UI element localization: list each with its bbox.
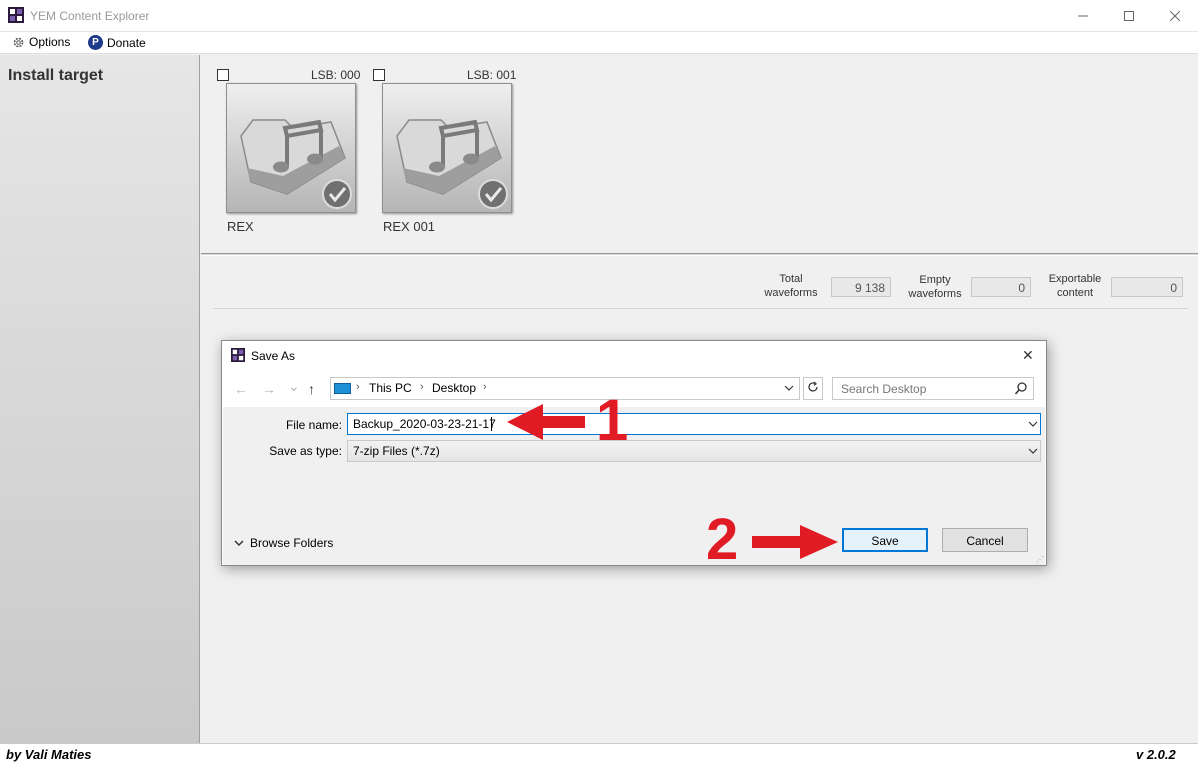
save-type-value: 7-zip Files (*.7z) xyxy=(353,444,440,458)
cancel-button[interactable]: Cancel xyxy=(942,528,1028,552)
menu-options-label: Options xyxy=(29,35,71,49)
footer-version: v 2.0.2 xyxy=(1136,747,1176,762)
footer-credit: by Vali Maties xyxy=(6,747,92,762)
file-name-label: File name: xyxy=(285,418,342,432)
minimize-button[interactable] xyxy=(1060,0,1106,32)
title-bar: YEM Content Explorer xyxy=(0,0,1198,32)
refresh-icon xyxy=(808,381,818,392)
menu-donate-label: Donate xyxy=(107,35,146,50)
menu-donate[interactable]: P Donate xyxy=(88,35,146,50)
music-folder-icon xyxy=(240,119,352,209)
this-pc-icon xyxy=(334,383,351,394)
search-box[interactable]: Search Desktop xyxy=(832,377,1034,400)
menu-options[interactable]: Options xyxy=(12,35,70,49)
device-checkbox[interactable] xyxy=(217,69,229,81)
device-checkbox[interactable] xyxy=(373,69,385,81)
menu-bar: Options P Donate xyxy=(0,32,1198,54)
up-button[interactable]: ↑ xyxy=(308,381,315,397)
refresh-button[interactable] xyxy=(803,377,823,400)
paypal-icon: P xyxy=(88,35,103,50)
file-name-input[interactable]: Backup_2020-03-23-21-17 xyxy=(347,413,1041,435)
search-placeholder: Search Desktop xyxy=(841,382,927,396)
browse-folders-toggle[interactable]: Browse Folders xyxy=(234,536,333,550)
device-lsb: LSB: 000 xyxy=(311,68,361,82)
window-title: YEM Content Explorer xyxy=(30,9,150,23)
stat-value-total: 9 138 xyxy=(831,277,891,297)
file-name-value: Backup_2020-03-23-21-17 xyxy=(353,417,496,431)
browse-folders-label: Browse Folders xyxy=(250,536,334,550)
dialog-close-button[interactable]: ✕ xyxy=(1022,347,1034,364)
minimize-icon xyxy=(1078,15,1088,17)
gear-icon xyxy=(13,37,24,47)
device-name: REX xyxy=(227,219,254,234)
annotation-step-2: 2 xyxy=(706,507,739,572)
breadcrumb-chevron-icon: › xyxy=(356,381,360,393)
save-as-dialog: Save As ✕ ← → ⌄ ↑ › This PC › Desktop › … xyxy=(221,340,1047,566)
chevron-down-icon[interactable] xyxy=(1027,417,1039,431)
maximize-button[interactable] xyxy=(1106,0,1152,32)
chevron-down-icon xyxy=(234,540,244,547)
sidebar: Install target xyxy=(0,55,200,743)
chevron-down-icon[interactable] xyxy=(783,380,795,396)
app-icon xyxy=(8,7,24,23)
stat-label-empty: Empty waveforms xyxy=(908,274,962,300)
section-divider xyxy=(201,253,1198,256)
stats-divider xyxy=(213,308,1188,309)
stat-label-exportable: Exportable content xyxy=(1048,273,1102,299)
forward-button[interactable]: → xyxy=(262,381,276,397)
footer: by Vali Maties v 2.0.2 xyxy=(0,743,1198,764)
device-name: REX 001 xyxy=(383,219,436,234)
annotation-step-1: 1 xyxy=(596,388,629,453)
back-button[interactable]: ← xyxy=(234,381,248,397)
breadcrumb-this-pc[interactable]: This PC xyxy=(369,381,412,395)
text-caret xyxy=(491,417,492,431)
save-type-label: Save as type: xyxy=(269,444,342,458)
stat-value-empty: 0 xyxy=(971,277,1031,297)
annotation-arrow-left xyxy=(507,404,585,440)
stat-value-exportable: 0 xyxy=(1111,277,1183,297)
app-icon xyxy=(231,348,245,362)
search-icon xyxy=(1014,382,1027,395)
close-button[interactable] xyxy=(1152,0,1198,32)
dialog-title: Save As xyxy=(251,349,296,363)
device-tile[interactable] xyxy=(382,83,512,213)
breadcrumb-desktop[interactable]: Desktop xyxy=(432,381,476,395)
maximize-icon xyxy=(1124,11,1134,21)
device-tile[interactable] xyxy=(226,83,356,213)
recent-locations-button[interactable]: ⌄ xyxy=(288,378,300,395)
address-bar[interactable]: › This PC › Desktop › xyxy=(330,377,800,400)
music-folder-icon xyxy=(396,119,508,209)
sidebar-heading: Install target xyxy=(8,67,104,84)
chevron-down-icon xyxy=(1028,448,1038,454)
save-type-select[interactable]: 7-zip Files (*.7z) xyxy=(347,440,1041,462)
device-lsb: LSB: 001 xyxy=(467,68,517,82)
annotation-arrow-right xyxy=(752,525,838,559)
close-icon xyxy=(1170,11,1180,21)
breadcrumb-chevron-icon: › xyxy=(420,381,424,393)
stat-label-total: Total waveforms xyxy=(764,273,818,299)
resize-grip-icon[interactable]: ⋰ xyxy=(1036,555,1044,564)
breadcrumb-chevron-icon: › xyxy=(483,381,487,393)
save-button[interactable]: Save xyxy=(842,528,928,552)
